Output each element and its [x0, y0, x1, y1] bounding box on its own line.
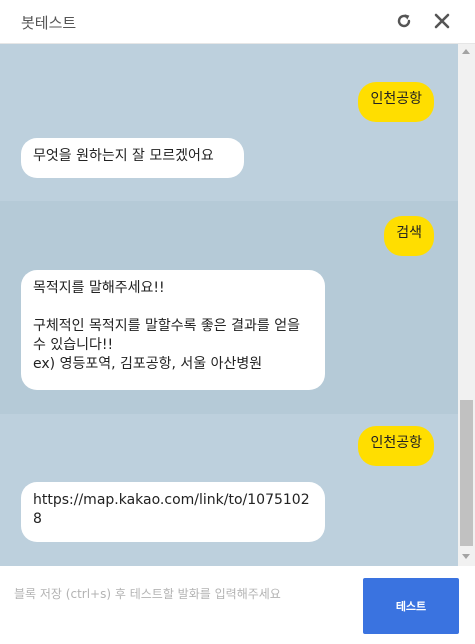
window-title: 봇테스트	[21, 14, 77, 32]
user-message-bubble: 검색	[384, 216, 434, 256]
scroll-down-arrow-icon[interactable]	[462, 554, 470, 559]
chat-area[interactable]: 인천공항 무엇을 원하는지 잘 모르겠어요 검색 목적지를 말해주세요!! 구체…	[0, 44, 458, 566]
bot-message-bubble: 무엇을 원하는지 잘 모르겠어요	[21, 138, 244, 178]
refresh-icon[interactable]	[394, 11, 414, 31]
scroll-up-arrow-icon[interactable]	[462, 49, 470, 54]
bot-message-bubble: 목적지를 말해주세요!! 구체적인 목적지를 말할수록 좋은 결과를 얻을 수 …	[21, 270, 325, 390]
header: 봇테스트	[0, 0, 475, 44]
user-message-bubble: 인천공항	[358, 426, 434, 466]
chat-scrollbar[interactable]	[458, 44, 475, 566]
message-input[interactable]	[10, 574, 358, 614]
scrollbar-thumb[interactable]	[460, 400, 473, 546]
user-message-bubble: 인천공항	[358, 82, 434, 122]
bot-message-link[interactable]: https://map.kakao.com/link/to/10751028	[21, 482, 325, 542]
test-send-button[interactable]: 테스트	[363, 578, 459, 634]
composer: 테스트	[0, 566, 475, 644]
close-icon[interactable]	[432, 11, 452, 31]
